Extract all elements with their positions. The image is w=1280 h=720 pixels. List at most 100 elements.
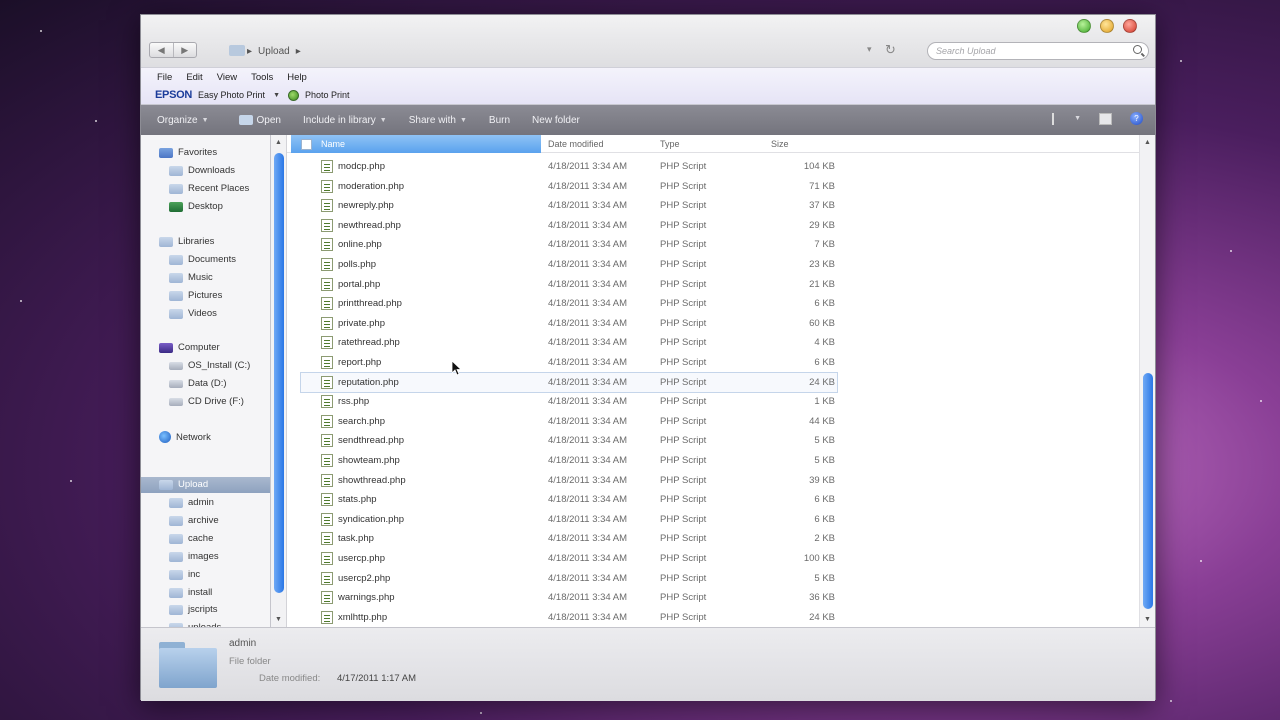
back-arrow-icon[interactable]: ◀ bbox=[150, 43, 173, 57]
scrollbar-thumb[interactable] bbox=[274, 153, 284, 593]
search-icon bbox=[1133, 45, 1142, 54]
file-row[interactable]: ratethread.php 4/18/2011 3:34 AM PHP Scrip… bbox=[287, 333, 1139, 353]
column-type[interactable]: Type bbox=[660, 139, 680, 149]
nav-folder-jscripts[interactable]: jscripts bbox=[169, 604, 218, 615]
scroll-up-icon[interactable]: ▲ bbox=[275, 139, 282, 146]
nav-scrollbar[interactable]: ▲ ▼ bbox=[271, 135, 287, 627]
nav-drive-c[interactable]: OS_Install (C:) bbox=[169, 360, 250, 371]
search-input[interactable]: Search Upload bbox=[927, 42, 1149, 60]
nav-computer[interactable]: Computer bbox=[159, 342, 220, 353]
file-row[interactable]: showteam.php 4/18/2011 3:34 AM PHP Script 5… bbox=[287, 451, 1139, 471]
scroll-up-icon[interactable]: ▲ bbox=[1144, 139, 1151, 146]
file-type: PHP Script bbox=[660, 376, 707, 388]
nav-drive-f[interactable]: CD Drive (F:) bbox=[169, 396, 244, 407]
file-row[interactable]: report.php 4/18/2011 3:34 AM PHP Script 6 K… bbox=[287, 353, 1139, 373]
column-name[interactable]: Name bbox=[291, 135, 541, 153]
nav-downloads[interactable]: Downloads bbox=[169, 165, 235, 176]
select-all-checkbox[interactable] bbox=[301, 139, 312, 150]
php-file-icon bbox=[321, 493, 333, 507]
file-row[interactable]: search.php 4/18/2011 3:34 AM PHP Script 44 … bbox=[287, 412, 1139, 432]
forward-arrow-icon[interactable]: ▶ bbox=[172, 43, 197, 57]
nav-pictures[interactable]: Pictures bbox=[169, 290, 222, 301]
folder-icon bbox=[169, 183, 183, 194]
file-row[interactable]: online.php 4/18/2011 3:34 AM PHP Script 7 K… bbox=[287, 235, 1139, 255]
file-row[interactable]: modcp.php 4/18/2011 3:34 AM PHP Script 104 … bbox=[287, 157, 1139, 177]
column-date[interactable]: Date modified bbox=[548, 139, 604, 149]
file-row[interactable]: warnings.php 4/18/2011 3:34 AM PHP Script 3… bbox=[287, 588, 1139, 608]
epson-easy-photo-print[interactable]: Easy Photo Print bbox=[198, 90, 265, 100]
menu-view[interactable]: View bbox=[217, 72, 237, 83]
file-row[interactable]: syndication.php 4/18/2011 3:34 AM PHP Scri… bbox=[287, 510, 1139, 530]
breadcrumb[interactable]: Upload bbox=[258, 46, 290, 57]
file-row[interactable]: stats.php 4/18/2011 3:34 AM PHP Script 6 KB bbox=[287, 490, 1139, 510]
file-row[interactable]: newreply.php 4/18/2011 3:34 AM PHP Script 3… bbox=[287, 196, 1139, 216]
help-icon[interactable]: ? bbox=[1130, 112, 1143, 125]
nav-recent-places[interactable]: Recent Places bbox=[169, 183, 249, 194]
file-row[interactable]: reputation.php 4/18/2011 3:34 AM PHP Scrip… bbox=[300, 371, 838, 394]
nav-favorites[interactable]: Favorites bbox=[159, 147, 217, 158]
address-bar[interactable]: ▸ Upload ▸ bbox=[205, 42, 925, 60]
menu-file[interactable]: File bbox=[157, 72, 172, 83]
views-icon[interactable] bbox=[1052, 112, 1056, 125]
file-row[interactable]: xmlhttp.php 4/18/2011 3:34 AM PHP Script 24… bbox=[287, 608, 1139, 628]
chevron-down-icon[interactable]: ▾ bbox=[867, 44, 872, 55]
nav-drive-d[interactable]: Data (D:) bbox=[169, 378, 227, 389]
nav-videos[interactable]: Videos bbox=[169, 308, 217, 319]
nav-music[interactable]: Music bbox=[169, 272, 213, 283]
file-row[interactable]: portal.php 4/18/2011 3:34 AM PHP Script 21 … bbox=[287, 275, 1139, 295]
nav-folder-install[interactable]: install bbox=[169, 587, 212, 598]
scroll-down-icon[interactable]: ▼ bbox=[1144, 616, 1151, 623]
nav-libraries[interactable]: Libraries bbox=[159, 236, 214, 247]
minimize-button[interactable] bbox=[1100, 19, 1114, 33]
file-list-scrollbar[interactable]: ▲ ▼ bbox=[1139, 135, 1155, 627]
file-row[interactable]: private.php 4/18/2011 3:34 AM PHP Script 60… bbox=[287, 314, 1139, 334]
file-row[interactable]: moderation.php 4/18/2011 3:34 AM PHP Scrip… bbox=[287, 177, 1139, 197]
scrollbar-thumb[interactable] bbox=[1143, 373, 1153, 609]
include-in-library-button[interactable]: Include in library ▼ bbox=[303, 115, 387, 126]
nav-folder-cache[interactable]: cache bbox=[169, 533, 213, 544]
chevron-down-icon[interactable]: ▼ bbox=[273, 92, 280, 99]
file-row[interactable]: usercp.php 4/18/2011 3:34 AM PHP Script 100… bbox=[287, 549, 1139, 569]
file-row[interactable]: newthread.php 4/18/2011 3:34 AM PHP Script… bbox=[287, 216, 1139, 236]
nav-folder-inc[interactable]: inc bbox=[169, 569, 200, 580]
menu-edit[interactable]: Edit bbox=[186, 72, 202, 83]
column-size[interactable]: Size bbox=[771, 139, 789, 149]
photo-print-button[interactable]: Photo Print bbox=[305, 90, 350, 100]
nav-folder-images[interactable]: images bbox=[169, 551, 219, 562]
menu-tools[interactable]: Tools bbox=[251, 72, 273, 83]
preview-pane-icon[interactable] bbox=[1099, 112, 1112, 125]
search-placeholder: Search Upload bbox=[936, 46, 996, 56]
chevron-down-icon[interactable]: ▼ bbox=[1074, 115, 1081, 122]
nav-network[interactable]: Network bbox=[159, 431, 211, 443]
nav-desktop[interactable]: Desktop bbox=[169, 201, 223, 212]
file-row[interactable]: printthread.php 4/18/2011 3:34 AM PHP Scri… bbox=[287, 294, 1139, 314]
maximize-button[interactable] bbox=[1077, 19, 1091, 33]
nav-label: cache bbox=[188, 533, 214, 544]
nav-folder-admin[interactable]: admin bbox=[169, 497, 214, 508]
nav-documents[interactable]: Documents bbox=[169, 254, 236, 265]
file-type: PHP Script bbox=[660, 474, 707, 486]
file-name: newreply.php bbox=[338, 200, 394, 212]
organize-button[interactable]: Organize ▼ bbox=[157, 115, 209, 126]
file-size: 4 KB bbox=[814, 337, 835, 349]
menu-help[interactable]: Help bbox=[287, 72, 307, 83]
file-row[interactable]: sendthread.php 4/18/2011 3:34 AM PHP Scrip… bbox=[287, 431, 1139, 451]
nav-upload[interactable]: Upload bbox=[159, 479, 208, 490]
file-row[interactable]: rss.php 4/18/2011 3:34 AM PHP Script 1 KB bbox=[287, 392, 1139, 412]
close-button[interactable] bbox=[1123, 19, 1137, 33]
file-row[interactable]: task.php 4/18/2011 3:34 AM PHP Script 2 KB bbox=[287, 529, 1139, 549]
new-folder-button[interactable]: New folder bbox=[532, 115, 580, 126]
file-type: PHP Script bbox=[660, 200, 707, 212]
refresh-icon[interactable]: ↻ bbox=[885, 42, 896, 58]
folder-icon bbox=[169, 497, 183, 508]
file-row[interactable]: polls.php 4/18/2011 3:34 AM PHP Script 23 K… bbox=[287, 255, 1139, 275]
burn-button[interactable]: Burn bbox=[489, 115, 510, 126]
open-button[interactable]: Open bbox=[238, 115, 281, 126]
file-row[interactable]: usercp2.php 4/18/2011 3:34 AM PHP Script 5 … bbox=[287, 569, 1139, 589]
share-with-button[interactable]: Share with ▼ bbox=[409, 115, 467, 126]
file-size: 37 KB bbox=[809, 200, 835, 212]
nav-folder-archive[interactable]: archive bbox=[169, 515, 219, 526]
file-date: 4/18/2011 3:34 AM bbox=[548, 592, 628, 604]
file-row[interactable]: showthread.php 4/18/2011 3:34 AM PHP Scrip… bbox=[287, 471, 1139, 491]
scroll-down-icon[interactable]: ▼ bbox=[275, 616, 282, 623]
